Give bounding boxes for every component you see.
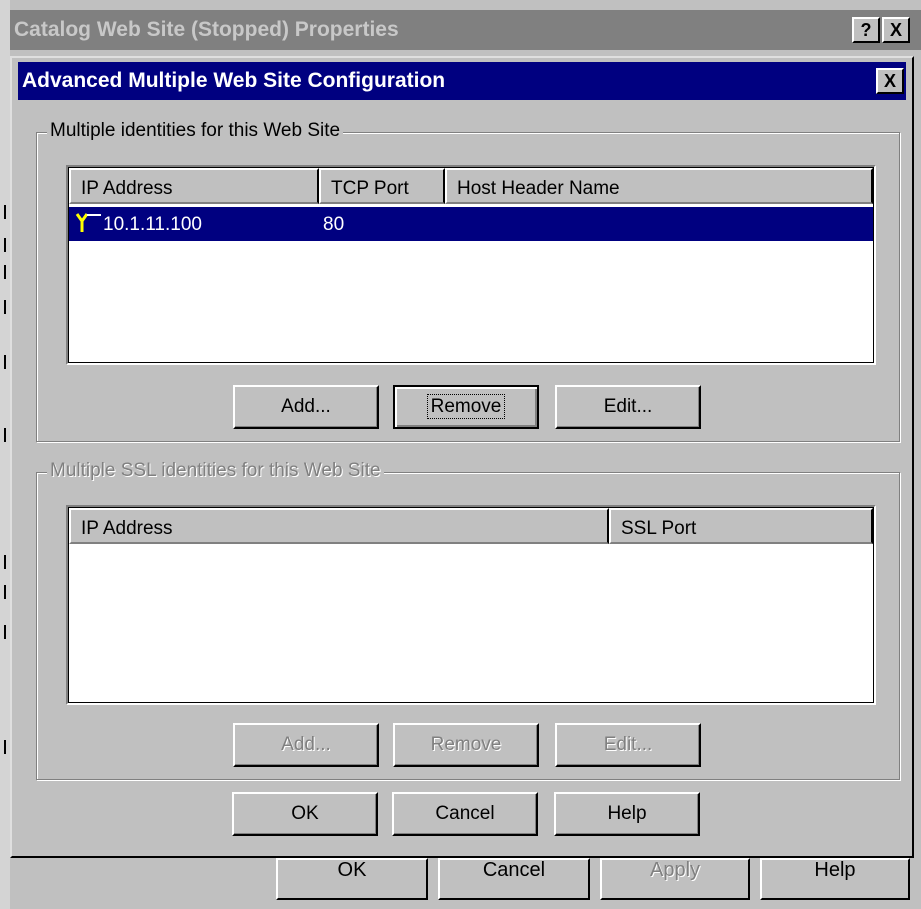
parent-ok-button[interactable]: OK — [276, 858, 428, 900]
ssl-add-label: Add... — [281, 734, 331, 755]
question-mark-icon: ? — [860, 20, 872, 40]
cancel-button[interactable]: Cancel — [392, 792, 538, 836]
ssl-identities-group: Multiple SSL identities for this Web Sit… — [36, 460, 900, 780]
dialog-close-button[interactable]: X — [876, 68, 904, 94]
dialog-title: Advanced Multiple Web Site Configuration — [22, 69, 446, 92]
identities-add-button[interactable]: Add... — [233, 385, 379, 429]
parent-cancel-button[interactable]: Cancel — [438, 858, 590, 900]
column-host-header-name[interactable]: Host Header Name — [445, 168, 873, 204]
ok-button[interactable]: OK — [232, 792, 378, 836]
column-tcp-port[interactable]: TCP Port — [319, 168, 445, 204]
network-plug-icon — [73, 211, 101, 241]
help-button[interactable]: Help — [554, 792, 700, 836]
ssl-add-button: Add... — [233, 723, 379, 767]
column-ssl-port[interactable]: SSL Port — [609, 508, 873, 544]
close-icon: X — [883, 71, 896, 91]
identities-add-label: Add... — [281, 396, 331, 417]
ssl-identities-list[interactable]: IP Address SSL Port — [66, 505, 876, 705]
ssl-list-header: IP Address SSL Port — [69, 508, 873, 544]
dialog-title-bar: Advanced Multiple Web Site Configuration… — [18, 62, 906, 100]
advanced-multiple-web-site-dialog: Advanced Multiple Web Site Configuration… — [10, 56, 914, 858]
identities-group: Multiple identities for this Web Site IP… — [36, 120, 900, 442]
ssl-remove-button: Remove — [393, 723, 539, 767]
identity-row[interactable]: 10.1.11.100 80 — [69, 207, 873, 241]
ok-label: OK — [291, 803, 319, 824]
ssl-identities-group-label: Multiple SSL identities for this Web Sit… — [47, 460, 384, 482]
ssl-edit-label: Edit... — [603, 734, 653, 755]
help-label: Help — [607, 803, 647, 824]
identities-list-header: IP Address TCP Port Host Header Name — [69, 168, 873, 204]
identities-edit-button[interactable]: Edit... — [555, 385, 701, 429]
identity-ip-address: 10.1.11.100 — [103, 214, 202, 235]
parent-window-title: Catalog Web Site (Stopped) Properties — [14, 18, 399, 41]
close-icon: X — [889, 20, 902, 40]
parent-title-bar: Catalog Web Site (Stopped) Properties ? … — [10, 10, 921, 50]
parent-apply-button: Apply — [600, 858, 750, 900]
parent-help-button[interactable]: ? — [852, 17, 880, 43]
identities-list[interactable]: IP Address TCP Port Host Header Name 10.… — [66, 165, 876, 365]
parent-close-button[interactable]: X — [882, 17, 910, 43]
column-ssl-ip-address[interactable]: IP Address — [69, 508, 609, 544]
ssl-remove-label: Remove — [430, 734, 502, 755]
identities-remove-label: Remove — [426, 394, 506, 419]
identities-edit-label: Edit... — [603, 396, 653, 417]
identities-remove-button[interactable]: Remove — [393, 385, 539, 429]
cancel-label: Cancel — [435, 803, 495, 824]
identity-tcp-port: 80 — [323, 214, 345, 235]
parent-help-text-button[interactable]: Help — [760, 858, 910, 900]
underlying-window-edge — [0, 0, 10, 909]
identities-group-label: Multiple identities for this Web Site — [47, 120, 344, 142]
ssl-edit-button: Edit... — [555, 723, 701, 767]
column-ip-address[interactable]: IP Address — [69, 168, 319, 204]
